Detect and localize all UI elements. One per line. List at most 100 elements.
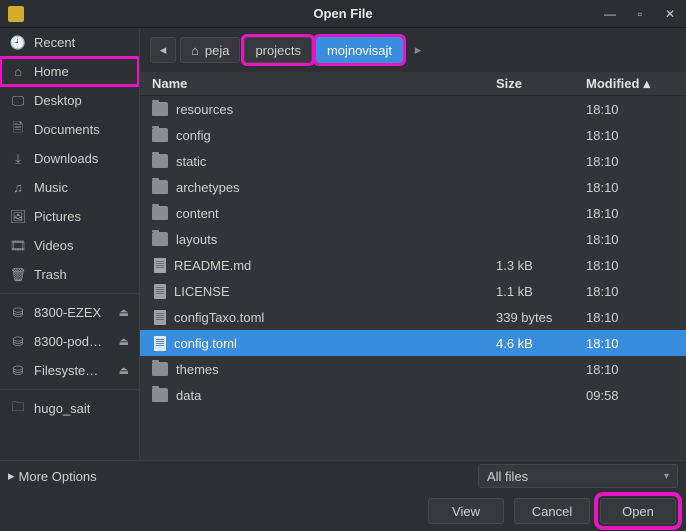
file-name: layouts: [176, 232, 217, 247]
sort-indicator-icon: ▴: [643, 76, 650, 92]
maximize-button[interactable]: ▫: [632, 7, 648, 21]
file-icon: [154, 310, 166, 325]
sidebar-item-downloads[interactable]: ⤓ Downloads: [0, 144, 139, 173]
file-list: Name Size Modified ▴ resources18:10confi…: [140, 72, 686, 460]
file-icon: [154, 258, 166, 273]
sidebar-separator: [0, 389, 139, 390]
breadcrumb-peja[interactable]: ⌂peja: [180, 37, 240, 63]
file-icon: [154, 284, 166, 299]
file-list-header: Name Size Modified ▴: [140, 72, 686, 96]
folder-icon: [152, 102, 168, 116]
file-row[interactable]: configTaxo.toml339 bytes18:10: [140, 304, 686, 330]
file-row[interactable]: data 09:58: [140, 382, 686, 408]
file-size: 1.1 kB: [496, 284, 586, 299]
file-name: configTaxo.toml: [174, 310, 264, 325]
sidebar-item-trash[interactable]: 🗑 Trash: [0, 260, 139, 289]
sidebar-item-dev3[interactable]: ⛁Filesyste…⏏: [0, 356, 139, 385]
sidebar-item-label: 8300-EZEX: [34, 305, 101, 320]
drive-icon: ⛁: [10, 334, 26, 350]
file-size: 1.3 kB: [496, 258, 586, 273]
file-modified: 18:10: [586, 284, 686, 299]
sidebar-item-label: Videos: [34, 238, 74, 253]
file-name: static: [176, 154, 206, 169]
folder-icon: 🗀: [10, 398, 26, 420]
file-row[interactable]: archetypes18:10: [140, 174, 686, 200]
sidebar-item-desktop[interactable]: 🖵Desktop: [0, 86, 139, 115]
sidebar-item-dev1[interactable]: ⛁ 8300-EZEX ⏏: [0, 298, 139, 327]
file-row[interactable]: LICENSE 1.1 kB18:10: [140, 278, 686, 304]
minimize-button[interactable]: —: [602, 7, 618, 21]
file-row[interactable]: config18:10: [140, 122, 686, 148]
app-icon: [8, 6, 24, 22]
file-name: data: [176, 388, 201, 403]
sidebar-item-dev2[interactable]: ⛁8300-pod…⏏: [0, 327, 139, 356]
sidebar-item-documents[interactable]: 🗎Documents: [0, 115, 139, 144]
path-bar: ◂ ⌂pejaprojects mojnovisajt ▸: [140, 28, 686, 72]
file-row[interactable]: resources 18:10: [140, 96, 686, 122]
file-icon: [154, 336, 166, 351]
trash-icon: 🗑: [10, 267, 26, 283]
sidebar-item-label: Home: [34, 64, 69, 79]
sidebar-item-videos[interactable]: 🎞 Videos: [0, 231, 139, 260]
file-modified: 18:10: [586, 310, 686, 325]
breadcrumb-projects[interactable]: projects: [244, 37, 312, 63]
file-row[interactable]: content18:10: [140, 200, 686, 226]
file-filter-select[interactable]: All files ▾: [478, 464, 678, 488]
column-header-size[interactable]: Size: [496, 72, 586, 95]
window-controls: — ▫ ✕: [602, 7, 678, 21]
path-expand-button[interactable]: ▸: [407, 37, 429, 63]
eject-icon[interactable]: ⏏: [119, 306, 129, 319]
file-modified: 09:58: [586, 388, 686, 403]
file-row[interactable]: static 18:10: [140, 148, 686, 174]
file-modified: 18:10: [586, 258, 686, 273]
sidebar-item-label: Recent: [34, 35, 75, 50]
eject-icon[interactable]: ⏏: [119, 335, 129, 348]
folder-icon: [152, 206, 168, 220]
eject-icon[interactable]: ⏏: [119, 364, 129, 377]
file-row[interactable]: config.toml 4.6 kB18:10: [140, 330, 686, 356]
file-row[interactable]: README.md1.3 kB18:10: [140, 252, 686, 278]
videos-icon: 🎞: [10, 238, 26, 254]
drive-icon: ⛁: [10, 305, 26, 321]
desktop-icon: 🖵: [10, 93, 26, 109]
sidebar-item-pictures[interactable]: 🖼Pictures: [0, 202, 139, 231]
column-header-modified[interactable]: Modified ▴: [586, 72, 686, 95]
file-name: LICENSE: [174, 284, 230, 299]
breadcrumb-label: mojnovisajt: [327, 43, 392, 58]
sidebar-item-recent[interactable]: 🕘Recent: [0, 28, 139, 57]
sidebar-item-hugo[interactable]: 🗀 hugo_sait: [0, 394, 139, 423]
file-modified: 18:10: [586, 102, 686, 117]
close-button[interactable]: ✕: [662, 7, 678, 21]
sidebar-item-label: Filesyste…: [34, 363, 98, 378]
file-size: 4.6 kB: [496, 336, 586, 351]
file-row[interactable]: layouts 18:10: [140, 226, 686, 252]
column-header-name[interactable]: Name: [140, 72, 496, 95]
file-modified: 18:10: [586, 154, 686, 169]
chevron-down-icon: ▾: [664, 471, 669, 482]
view-button[interactable]: View: [428, 498, 504, 524]
more-options-toggle[interactable]: ▸ More Options: [8, 468, 97, 484]
file-modified: 18:10: [586, 206, 686, 221]
breadcrumb-current[interactable]: mojnovisajt: [316, 37, 403, 63]
folder-icon: [152, 388, 168, 402]
file-name: resources: [176, 102, 233, 117]
folder-icon: [152, 128, 168, 142]
file-modified: 18:10: [586, 232, 686, 247]
file-row[interactable]: themes18:10: [140, 356, 686, 382]
cancel-button[interactable]: Cancel: [514, 498, 590, 524]
file-modified: 18:10: [586, 336, 686, 351]
sidebar-item-label: Downloads: [34, 151, 98, 166]
file-name: config: [176, 128, 211, 143]
sidebar-item-home[interactable]: ⌂Home: [0, 57, 139, 86]
folder-icon: [152, 362, 168, 376]
sidebar-item-label: Documents: [34, 122, 100, 137]
file-modified: 18:10: [586, 180, 686, 195]
nav-back-button[interactable]: ◂: [150, 37, 176, 63]
sidebar-item-label: hugo_sait: [34, 401, 90, 416]
file-name: config.toml: [174, 336, 237, 351]
sidebar-item-label: Trash: [34, 267, 67, 282]
home-icon: ⌂: [191, 43, 199, 58]
downloads-icon: ⤓: [10, 151, 26, 167]
open-button[interactable]: Open: [600, 498, 676, 524]
sidebar-item-music[interactable]: ♫Music: [0, 173, 139, 202]
